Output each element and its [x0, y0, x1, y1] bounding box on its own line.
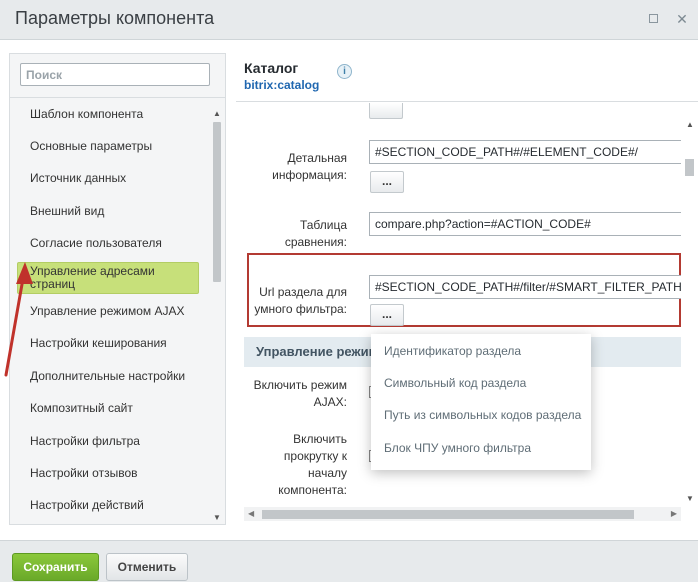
annotation-arrow-icon [4, 262, 33, 377]
dialog-footer: Сохранить Отменить [0, 540, 698, 582]
cancel-button[interactable]: Отменить [106, 553, 188, 581]
save-button[interactable]: Сохранить [12, 553, 99, 581]
